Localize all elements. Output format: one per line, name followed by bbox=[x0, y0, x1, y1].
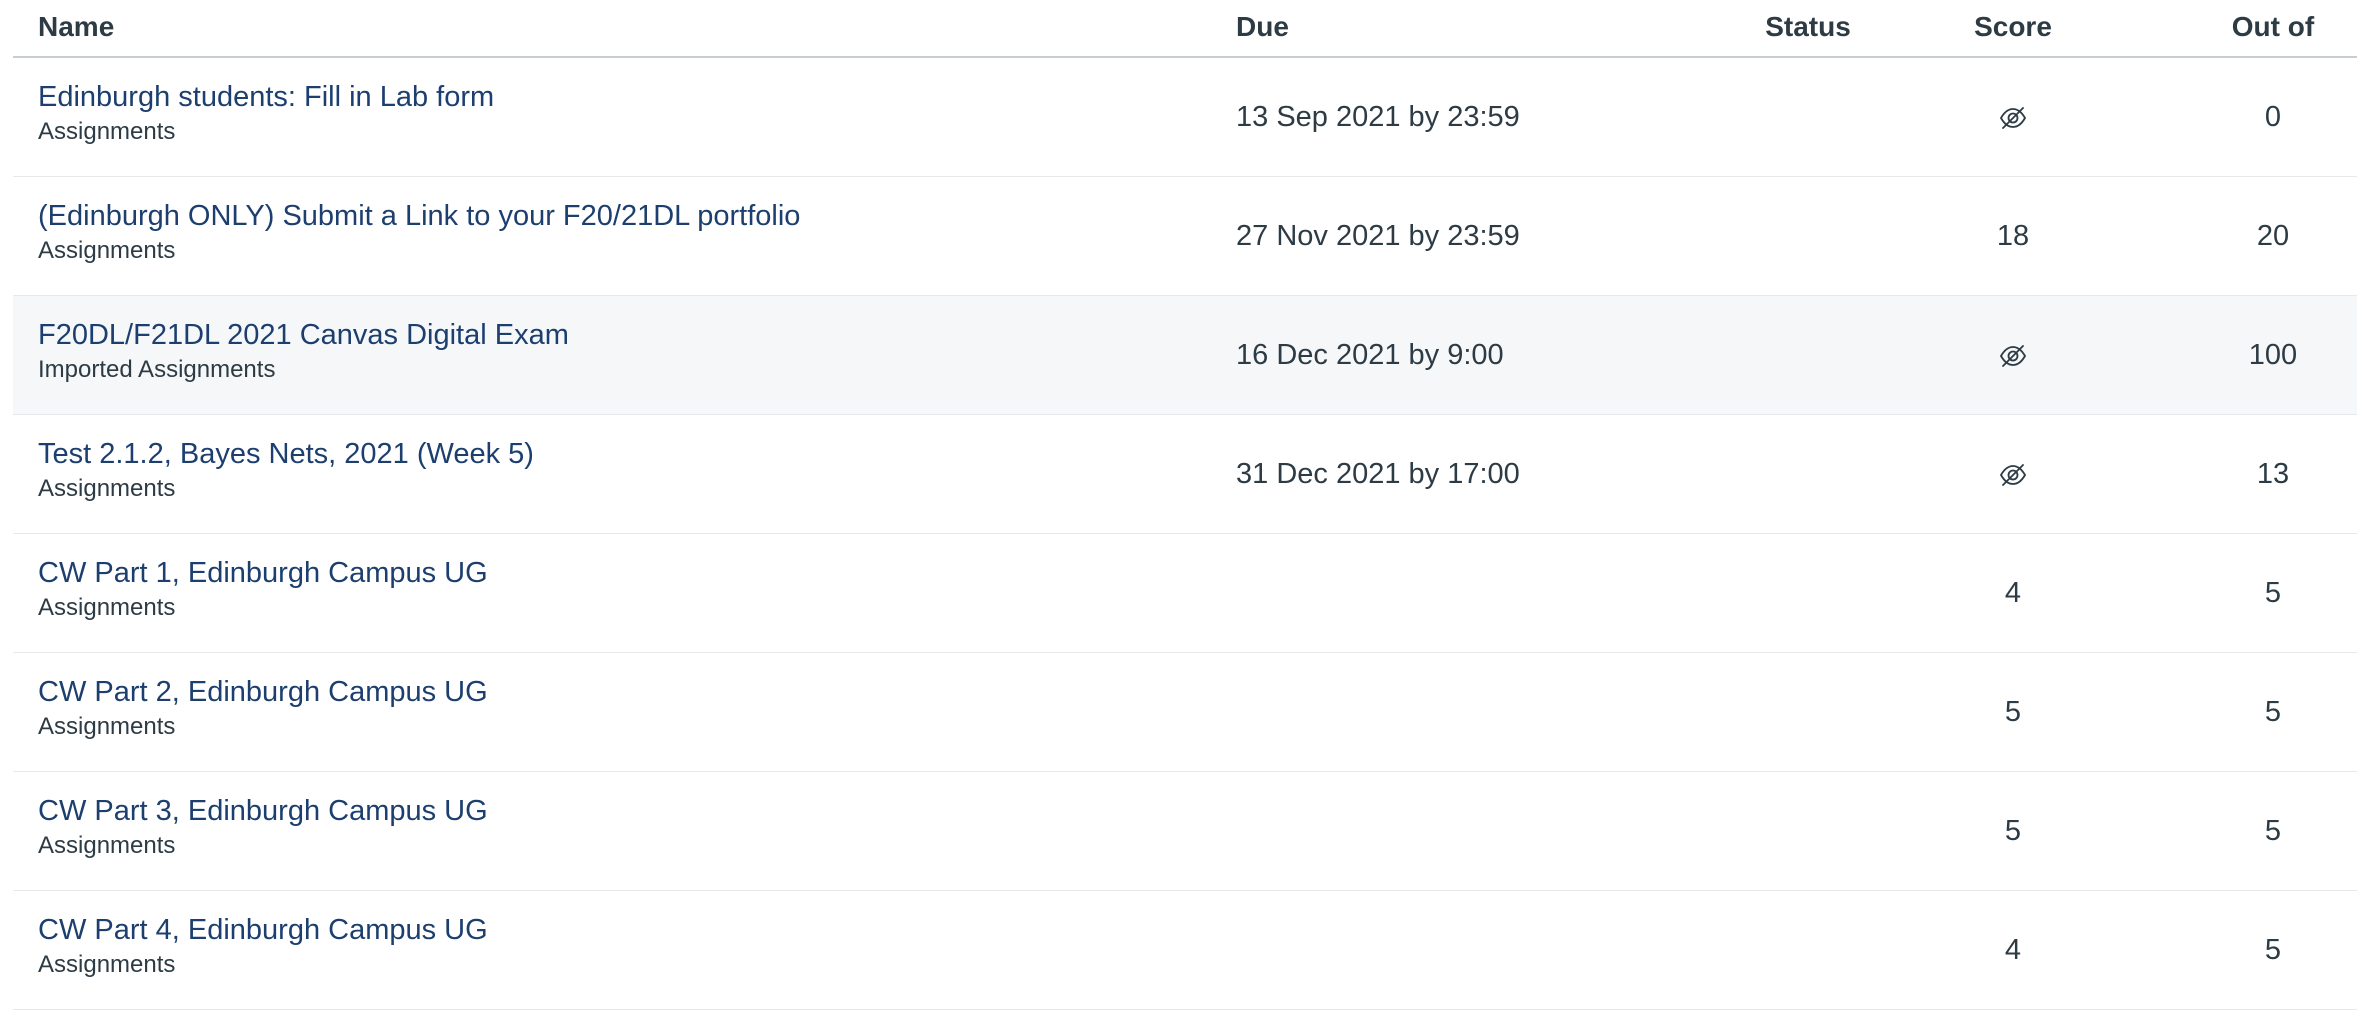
status-cell bbox=[1733, 58, 1883, 176]
assignment-title-link[interactable]: CW Part 2, Edinburgh Campus UG bbox=[38, 675, 488, 709]
table-row: Test 2.1.2, Bayes Nets, 2021 (Week 5) As… bbox=[13, 415, 2357, 534]
assignment-category: Assignments bbox=[38, 118, 176, 145]
score-value: 5 bbox=[2004, 696, 2022, 728]
status-cell bbox=[1733, 653, 1883, 771]
due-date: 27 Nov 2021 by 23:59 bbox=[1236, 220, 1520, 252]
eye-hidden-icon[interactable] bbox=[1998, 103, 2028, 133]
table-row: CW Part 2, Edinburgh Campus UG Assignmen… bbox=[13, 653, 2357, 772]
table-row: (Edinburgh ONLY) Submit a Link to your F… bbox=[13, 177, 2357, 296]
points-possible: 0 bbox=[2264, 101, 2282, 133]
assignment-title-link[interactable]: CW Part 4, Edinburgh Campus UG bbox=[38, 913, 488, 947]
column-header-name[interactable]: Name bbox=[38, 10, 114, 44]
table-body: Edinburgh students: Fill in Lab form Ass… bbox=[13, 58, 2357, 1010]
due-date: 13 Sep 2021 by 23:59 bbox=[1236, 101, 1520, 133]
points-possible: 20 bbox=[2256, 220, 2290, 252]
table-row: CW Part 1, Edinburgh Campus UG Assignmen… bbox=[13, 534, 2357, 653]
assignment-category: Assignments bbox=[38, 237, 176, 264]
assignment-title-link[interactable]: Edinburgh students: Fill in Lab form bbox=[38, 80, 494, 114]
due-date: 16 Dec 2021 by 9:00 bbox=[1236, 339, 1504, 371]
score-value: 18 bbox=[1996, 220, 2030, 252]
points-possible: 5 bbox=[2264, 934, 2282, 966]
assignment-category: Imported Assignments bbox=[38, 356, 276, 383]
status-cell bbox=[1733, 891, 1883, 1009]
points-possible: 5 bbox=[2264, 577, 2282, 609]
score-cell: 5 bbox=[1933, 653, 2093, 771]
points-possible: 5 bbox=[2264, 696, 2282, 728]
assignment-category: Assignments bbox=[38, 951, 176, 978]
score-cell: 5 bbox=[1933, 772, 2093, 890]
table-row: CW Part 4, Edinburgh Campus UG Assignmen… bbox=[13, 891, 2357, 1010]
table-header: Name Due Status Score Out of bbox=[13, 0, 2357, 58]
status-cell bbox=[1733, 415, 1883, 533]
grades-table: Name Due Status Score Out of Edinburgh s… bbox=[13, 0, 2357, 1010]
points-possible: 100 bbox=[2248, 339, 2298, 371]
status-cell bbox=[1733, 534, 1883, 652]
due-date: 31 Dec 2021 by 17:00 bbox=[1236, 458, 1520, 490]
eye-hidden-icon[interactable] bbox=[1998, 460, 2028, 490]
eye-hidden-icon[interactable] bbox=[1998, 341, 2028, 371]
table-row: Edinburgh students: Fill in Lab form Ass… bbox=[13, 58, 2357, 177]
column-header-status[interactable]: Status bbox=[1733, 10, 1883, 44]
assignment-title-link[interactable]: CW Part 1, Edinburgh Campus UG bbox=[38, 556, 488, 590]
points-possible: 5 bbox=[2264, 815, 2282, 847]
score-cell: 18 bbox=[1933, 177, 2093, 295]
score-value: 5 bbox=[2004, 815, 2022, 847]
column-header-out-of[interactable]: Out of bbox=[2193, 10, 2353, 44]
score-cell bbox=[1933, 58, 2093, 176]
score-value: 4 bbox=[2004, 577, 2022, 609]
score-cell: 4 bbox=[1933, 534, 2093, 652]
table-row: CW Part 3, Edinburgh Campus UG Assignmen… bbox=[13, 772, 2357, 891]
assignment-title-link[interactable]: (Edinburgh ONLY) Submit a Link to your F… bbox=[38, 199, 800, 233]
table-row: F20DL/F21DL 2021 Canvas Digital Exam Imp… bbox=[13, 296, 2357, 415]
assignment-category: Assignments bbox=[38, 475, 176, 502]
status-cell bbox=[1733, 296, 1883, 414]
assignment-category: Assignments bbox=[38, 713, 176, 740]
points-possible: 13 bbox=[2256, 458, 2290, 490]
assignment-title-link[interactable]: CW Part 3, Edinburgh Campus UG bbox=[38, 794, 488, 828]
column-header-due[interactable]: Due bbox=[1236, 10, 1289, 44]
assignment-category: Assignments bbox=[38, 594, 176, 621]
score-cell: 4 bbox=[1933, 891, 2093, 1009]
assignment-title-link[interactable]: Test 2.1.2, Bayes Nets, 2021 (Week 5) bbox=[38, 437, 534, 471]
column-header-score[interactable]: Score bbox=[1933, 10, 2093, 44]
score-cell bbox=[1933, 296, 2093, 414]
score-value: 4 bbox=[2004, 934, 2022, 966]
status-cell bbox=[1733, 772, 1883, 890]
assignment-title-link[interactable]: F20DL/F21DL 2021 Canvas Digital Exam bbox=[38, 318, 569, 352]
score-cell bbox=[1933, 415, 2093, 533]
assignment-category: Assignments bbox=[38, 832, 176, 859]
status-cell bbox=[1733, 177, 1883, 295]
